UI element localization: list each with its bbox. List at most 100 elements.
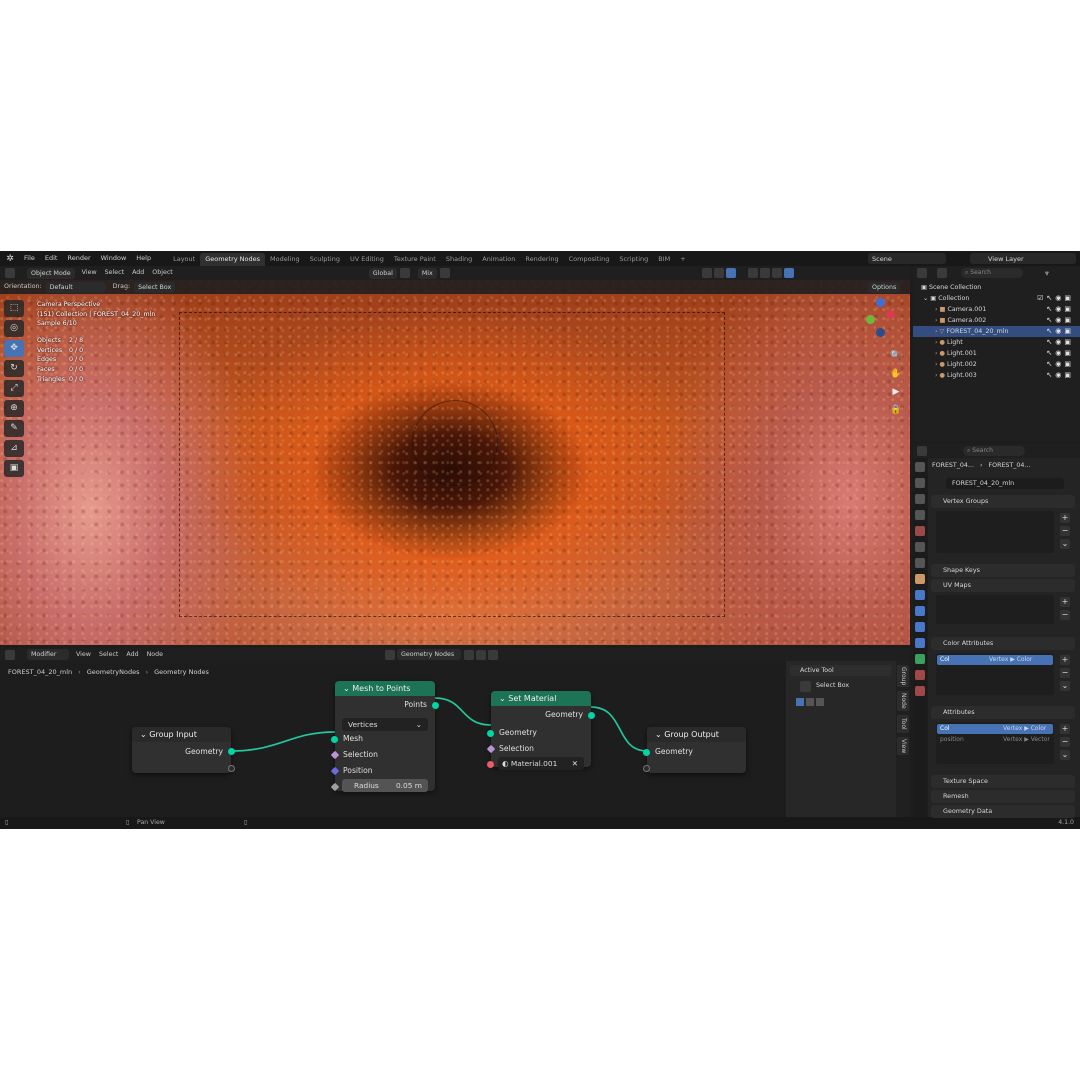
outliner-row-light-001[interactable]: › ● Light.001 ↖◉▣ xyxy=(913,348,1080,359)
visibility-toggles[interactable]: ↖◉▣ xyxy=(1046,326,1074,337)
rotate-tool-icon[interactable]: ↻ xyxy=(4,360,24,377)
mesh-data-name-field[interactable]: FOREST_04_20_mln xyxy=(946,478,1064,489)
navigation-gizmo[interactable] xyxy=(858,298,898,338)
vertex-groups-list[interactable] xyxy=(936,511,1054,553)
3d-viewport[interactable]: Orientation: Default Drag: Select Box Op… xyxy=(0,280,910,645)
collapse-icon[interactable]: ⌄ ▣ xyxy=(923,295,938,302)
points-output-socket[interactable] xyxy=(432,702,439,709)
attributes-list[interactable]: Col Vertex ▶ Color position Vertex ▶ Vec… xyxy=(936,722,1054,764)
panel-attributes[interactable]: Attributes xyxy=(931,706,1075,719)
select-box-icon[interactable] xyxy=(800,681,811,692)
outliner-row-camera-002[interactable]: › ■ Camera.002 ↖◉▣ xyxy=(913,315,1080,326)
select-box-tool-icon[interactable]: ⬚ xyxy=(4,300,24,317)
menu-add[interactable]: Add xyxy=(132,266,144,280)
visibility-toggles[interactable]: ↖◉▣ xyxy=(1046,359,1074,370)
drag-dropdown[interactable]: Select Box xyxy=(134,281,176,293)
neg-z-axis-icon[interactable] xyxy=(876,328,885,337)
cursor-tool-icon[interactable]: ◎ xyxy=(4,320,24,337)
visibility-toggles[interactable]: ↖◉▣ xyxy=(1046,304,1074,315)
collection-tab-icon[interactable] xyxy=(915,558,925,568)
remove-attribute-button[interactable]: − xyxy=(1060,737,1070,747)
outliner-row-light[interactable]: › ● Light ↖◉▣ xyxy=(913,337,1080,348)
properties-type-icon[interactable] xyxy=(917,446,927,456)
scene-collection-row[interactable]: ▣ Scene Collection xyxy=(913,282,1080,293)
transform-tool-icon[interactable]: ⊕ xyxy=(4,400,24,417)
add-vertex-group-button[interactable]: + xyxy=(1060,513,1070,523)
visibility-toggles[interactable]: ↖◉▣ xyxy=(1046,370,1074,381)
render-tab-icon[interactable] xyxy=(915,478,925,488)
mode-dropdown[interactable]: Object Mode xyxy=(27,267,75,279)
add-uv-map-button[interactable]: + xyxy=(1060,597,1070,607)
tool-tab-icon[interactable] xyxy=(915,462,925,472)
tab-animation[interactable]: Animation xyxy=(477,253,520,266)
filter-icon[interactable]: ⩔ xyxy=(1045,269,1049,278)
menu-edit[interactable]: Edit xyxy=(40,251,63,266)
tab-scripting[interactable]: Scripting xyxy=(614,253,653,266)
view-layer-selector[interactable]: View Layer xyxy=(970,253,1076,264)
outliner-row-light-002[interactable]: › ● Light.002 ↖◉▣ xyxy=(913,359,1080,370)
world-tab-icon[interactable] xyxy=(915,542,925,552)
gizmo-icon[interactable] xyxy=(701,268,712,278)
output-tab-icon[interactable] xyxy=(915,494,925,504)
visibility-toggles[interactable]: ↖◉▣ xyxy=(1046,337,1074,348)
particles-tab-icon[interactable] xyxy=(915,606,925,616)
panel-geometry-data[interactable]: Geometry Data xyxy=(931,805,1075,818)
panel-color-attributes[interactable]: Color Attributes xyxy=(931,637,1075,650)
node-tree-icon[interactable] xyxy=(385,649,396,660)
y-axis-icon[interactable] xyxy=(866,315,875,324)
remove-vertex-group-button[interactable]: − xyxy=(1060,526,1070,536)
add-workspace-button[interactable]: + xyxy=(675,253,690,266)
editor-type-icon[interactable] xyxy=(5,268,15,278)
display-mode-icon[interactable] xyxy=(937,268,947,278)
lock-icon[interactable]: 🔒 xyxy=(888,402,904,418)
panel-vertex-groups[interactable]: Vertex Groups xyxy=(931,495,1075,508)
x-axis-icon[interactable] xyxy=(886,310,895,319)
zoom-icon[interactable]: 🔍 xyxy=(888,348,904,364)
annotate-tool-icon[interactable]: ✎ xyxy=(4,420,24,437)
outliner-row-forest[interactable]: › ▽ FOREST_04_20_mln ↖◉▣ xyxy=(913,326,1080,337)
tab-tool[interactable]: Tool xyxy=(897,715,909,733)
color-attribute-row[interactable]: Col Vertex ▶ Color xyxy=(937,655,1053,665)
geometry-output-socket[interactable] xyxy=(228,748,235,755)
vertex-group-menu-icon[interactable]: ⌄ xyxy=(1060,539,1070,549)
fake-user-icon[interactable] xyxy=(464,649,475,660)
attribute-menu-icon[interactable]: ⌄ xyxy=(1060,750,1070,760)
select-mode-subtract-icon[interactable] xyxy=(816,698,824,706)
move-tool-icon[interactable]: ✥ xyxy=(4,340,24,357)
mode-dropdown[interactable]: Vertices ⌄ xyxy=(342,718,428,731)
add-color-attribute-button[interactable]: + xyxy=(1060,655,1070,665)
color-attributes-list[interactable]: Col Vertex ▶ Color xyxy=(936,653,1054,695)
add-attribute-button[interactable]: + xyxy=(1060,724,1070,734)
node-tree-type-dropdown[interactable]: Modifier xyxy=(27,649,69,660)
tab-texture-paint[interactable]: Texture Paint xyxy=(389,253,441,266)
outliner-row-collection[interactable]: ⌄ ▣ Collection ☑↖◉▣ xyxy=(913,293,1080,304)
material-field[interactable]: ◐ Material.001 ✕ xyxy=(498,757,584,770)
scale-tool-icon[interactable]: ⤢ xyxy=(4,380,24,397)
material-input-socket[interactable] xyxy=(487,761,494,768)
active-tool-panel[interactable]: Active Tool xyxy=(790,665,892,676)
select-mode-new-icon[interactable] xyxy=(796,698,804,706)
transform-orientation-dropdown[interactable]: Global xyxy=(368,267,397,279)
blender-logo-icon[interactable]: ✲ xyxy=(4,253,16,265)
menu-help[interactable]: Help xyxy=(131,251,156,266)
mesh-to-points-node[interactable]: ⌄ Mesh to Points Points Vertices ⌄ Mesh S… xyxy=(330,681,439,792)
menu-select[interactable]: Select xyxy=(105,266,124,280)
tab-modeling[interactable]: Modeling xyxy=(265,253,305,266)
menu-node[interactable]: Node xyxy=(147,648,163,662)
menu-file[interactable]: File xyxy=(19,251,40,266)
add-cube-tool-icon[interactable]: ▣ xyxy=(4,460,24,477)
scene-tab-icon[interactable] xyxy=(915,526,925,536)
constraints-tab-icon[interactable] xyxy=(915,638,925,648)
outliner-row-light-003[interactable]: › ● Light.003 ↖◉▣ xyxy=(913,370,1080,381)
tab-sculpting[interactable]: Sculpting xyxy=(305,253,345,266)
select-mode-extend-icon[interactable] xyxy=(806,698,814,706)
data-tab-icon[interactable] xyxy=(915,654,925,664)
unlink-icon[interactable] xyxy=(488,649,499,660)
scene-selector[interactable]: Scene xyxy=(868,253,946,264)
tab-view[interactable]: View xyxy=(897,737,909,755)
physics-tab-icon[interactable] xyxy=(915,622,925,632)
empty-input-socket[interactable] xyxy=(643,765,650,772)
proportional-edit-icon[interactable] xyxy=(439,268,450,278)
tab-group[interactable]: Group xyxy=(897,665,909,687)
menu-window[interactable]: Window xyxy=(96,251,132,266)
